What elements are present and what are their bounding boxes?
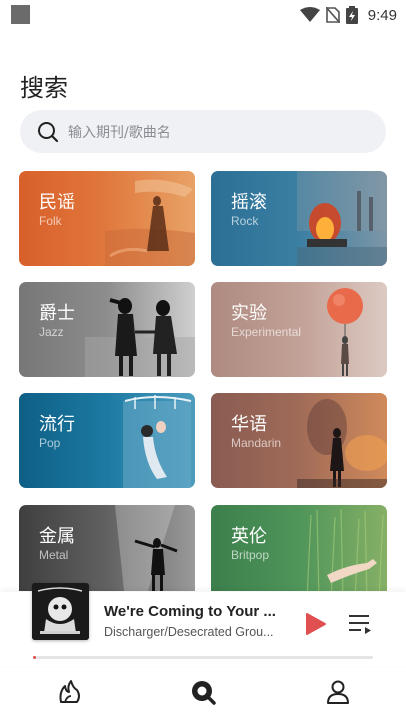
category-subtitle: Experimental bbox=[231, 325, 302, 339]
category-tile-folk[interactable]: 民谣 Folk bbox=[19, 171, 195, 266]
profile-icon bbox=[327, 680, 349, 704]
page-title: 搜索 bbox=[20, 74, 68, 102]
category-subtitle: Rock bbox=[231, 214, 259, 228]
track-title: We're Coming to Your ... bbox=[104, 603, 276, 620]
play-icon bbox=[306, 613, 326, 635]
category-title: 民谣 bbox=[39, 192, 75, 213]
category-subtitle: Folk bbox=[39, 214, 62, 228]
category-subtitle: Britpop bbox=[231, 548, 270, 562]
category-title: 实验 bbox=[231, 303, 267, 324]
category-title: 爵士 bbox=[39, 303, 75, 324]
category-tile-experimental[interactable]: 实验 Experimental bbox=[211, 282, 387, 377]
mandarin-artwork bbox=[297, 399, 387, 488]
category-subtitle: Jazz bbox=[39, 325, 64, 339]
experimental-artwork bbox=[327, 288, 363, 376]
search-icon bbox=[37, 121, 59, 143]
category-subtitle: Pop bbox=[39, 436, 61, 450]
category-tile-rock[interactable]: 摇滚 Rock bbox=[211, 171, 387, 266]
category-subtitle: Mandarin bbox=[231, 436, 282, 450]
progress-fill bbox=[33, 656, 37, 659]
category-subtitle: Metal bbox=[39, 548, 69, 562]
bottom-nav bbox=[0, 668, 406, 723]
status-bar: 9:49 bbox=[0, 0, 406, 30]
category-tile-metal[interactable]: 金属 Metal bbox=[19, 505, 195, 591]
nav-search[interactable] bbox=[189, 678, 217, 706]
status-icons: 9:49 bbox=[299, 4, 397, 26]
progress-bar[interactable] bbox=[33, 656, 373, 659]
notification-icon bbox=[11, 5, 30, 24]
no-sim-icon bbox=[325, 7, 340, 23]
search-input[interactable]: 输入期刊/歌曲名 bbox=[20, 110, 386, 153]
britpop-artwork bbox=[306, 508, 384, 591]
category-tile-mandarin[interactable]: 华语 Mandarin bbox=[211, 393, 387, 488]
metal-artwork bbox=[115, 505, 178, 591]
discover-icon bbox=[59, 680, 80, 703]
rock-artwork bbox=[297, 171, 387, 266]
category-title: 摇滚 bbox=[231, 192, 267, 213]
search-icon bbox=[192, 681, 216, 705]
pop-artwork bbox=[123, 395, 192, 488]
folk-artwork bbox=[105, 179, 195, 266]
category-title: 华语 bbox=[231, 414, 267, 435]
category-grid: 民谣 Folk 摇滚 Rock 爵士 Jazz 实验 Experimental … bbox=[19, 171, 387, 591]
nav-profile[interactable] bbox=[324, 678, 352, 706]
playlist-button[interactable] bbox=[347, 612, 373, 636]
category-tile-pop[interactable]: 流行 Pop bbox=[19, 393, 195, 488]
nav-discover[interactable] bbox=[55, 678, 83, 706]
battery-icon bbox=[345, 6, 358, 24]
category-title: 流行 bbox=[39, 414, 75, 435]
album-cover[interactable] bbox=[32, 583, 89, 640]
wifi-icon bbox=[299, 7, 320, 22]
track-artist: Discharger/Desecrated Grou... bbox=[104, 625, 274, 639]
clock: 9:49 bbox=[367, 6, 397, 24]
category-tile-britpop[interactable]: 英伦 Britpop bbox=[211, 505, 387, 591]
play-button[interactable] bbox=[302, 611, 328, 637]
category-title: 英伦 bbox=[231, 526, 267, 547]
search-placeholder: 输入期刊/歌曲名 bbox=[68, 124, 171, 141]
jazz-artwork bbox=[85, 298, 195, 377]
category-title: 金属 bbox=[39, 526, 75, 547]
playlist-icon bbox=[349, 615, 371, 634]
category-tile-jazz[interactable]: 爵士 Jazz bbox=[19, 282, 195, 377]
